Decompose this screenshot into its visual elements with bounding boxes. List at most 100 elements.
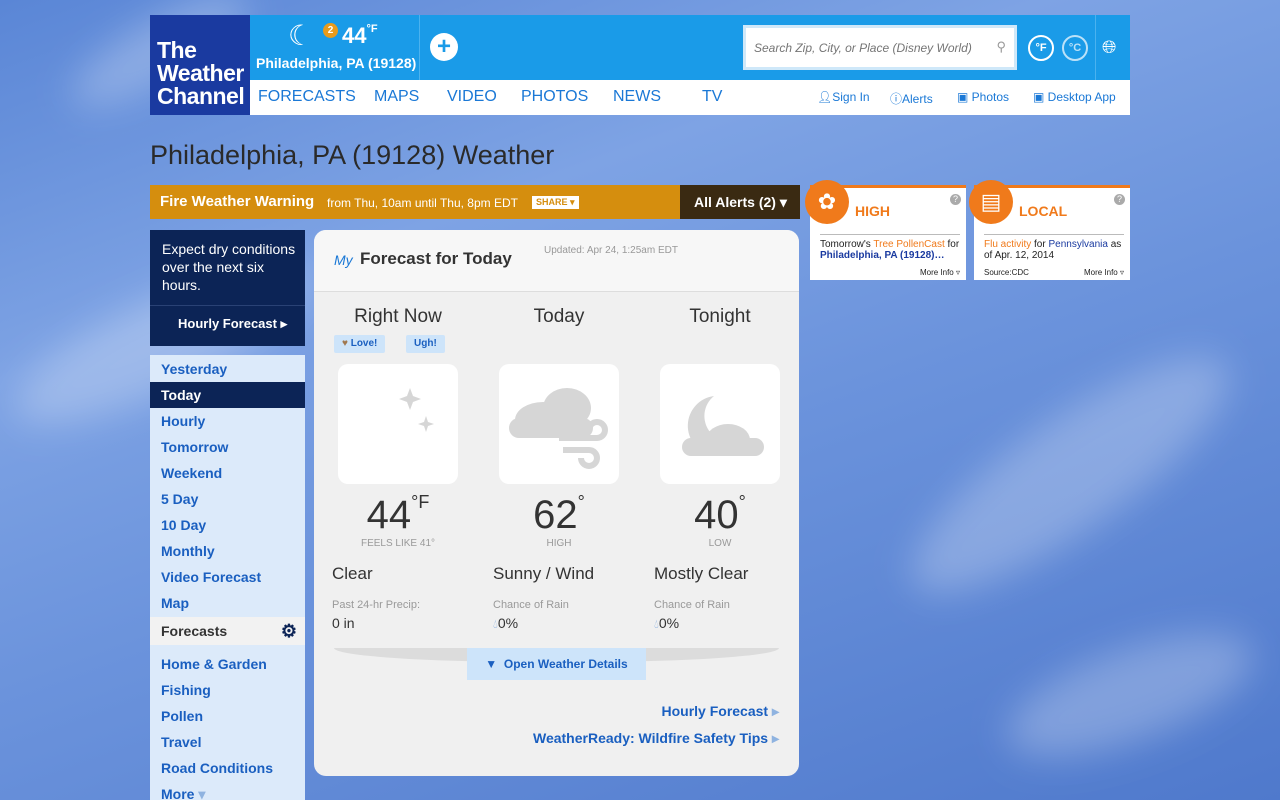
sign-in-link[interactable]: 👤︎Sign In bbox=[817, 90, 870, 104]
summary-text: Expect dry conditions over the next six … bbox=[162, 241, 296, 293]
fire-weather-alert[interactable]: Fire Weather Warning from Thu, 10am unti… bbox=[150, 185, 680, 219]
card-title: Forecast for Today bbox=[360, 249, 512, 268]
current-temp: 44°F bbox=[342, 23, 378, 48]
sidebar-item-road-conditions[interactable]: Road Conditions bbox=[150, 755, 305, 781]
condition-today: Sunny / Wind bbox=[493, 564, 595, 583]
search-icon[interactable]: ⚲ bbox=[996, 39, 1006, 55]
sidebar-item-monthly[interactable]: Monthly bbox=[150, 538, 305, 564]
open-weather-details-button[interactable]: ▼ Open Weather Details bbox=[467, 648, 646, 680]
ad-text: Flu activity for Pennsylvania as of Apr.… bbox=[984, 234, 1124, 261]
sidebar-item-weekend[interactable]: Weekend bbox=[150, 460, 305, 486]
help-icon[interactable]: ? bbox=[1114, 194, 1125, 205]
card-header: My Forecast for Today Updated: Apr 24, 1… bbox=[314, 230, 799, 292]
sidebar-item-video-forecast[interactable]: Video Forecast bbox=[150, 564, 305, 590]
forecast-summary: Expect dry conditions over the next six … bbox=[150, 230, 305, 346]
chevron-down-icon: ▾ bbox=[198, 786, 206, 800]
sidebar-nav: Yesterday Today Hourly Tomorrow Weekend … bbox=[150, 355, 305, 800]
sidebar-item-tomorrow[interactable]: Tomorrow bbox=[150, 434, 305, 460]
sidebar-item-today[interactable]: Today bbox=[150, 382, 305, 408]
user-icon: 👤︎ bbox=[817, 90, 833, 104]
site-header: The Weather Channel ☾ 2 44°F Philadelphi… bbox=[150, 15, 1130, 115]
search-box: ⚲ bbox=[743, 25, 1017, 70]
col-head-today: Today bbox=[533, 306, 585, 327]
pollen-ad[interactable]: ✿ HIGH ? Tomorrow's Tree PollenCast for … bbox=[805, 180, 966, 280]
nav-news[interactable]: NEWS bbox=[613, 88, 661, 106]
sidebar-item-hourly[interactable]: Hourly bbox=[150, 408, 305, 434]
nav-photos[interactable]: PHOTOS bbox=[521, 88, 588, 106]
globe-icon[interactable]: 🌐︎ bbox=[1102, 37, 1116, 58]
low-label: LOW bbox=[708, 538, 732, 549]
chevron-down-icon: ▼ bbox=[485, 657, 498, 671]
ugh-button[interactable]: Ugh! bbox=[406, 335, 445, 353]
sidebar-item-fishing[interactable]: Fishing bbox=[150, 677, 305, 703]
sidebar-item-10-day[interactable]: 10 Day bbox=[150, 512, 305, 538]
col-head-tonight: Tonight bbox=[689, 306, 751, 327]
sidebar-item-home-garden[interactable]: Home & Garden bbox=[150, 651, 305, 677]
divider bbox=[1095, 15, 1096, 80]
photos-link[interactable]: ▣ Photos bbox=[957, 90, 1009, 104]
current-conditions[interactable]: ☾ 2 44°F Philadelphia, PA (19128) bbox=[250, 15, 420, 80]
nav-maps[interactable]: MAPS bbox=[374, 88, 419, 106]
ad-source: Source:CDC bbox=[984, 268, 1029, 277]
ad-heading: HIGH bbox=[855, 203, 890, 219]
alert-title: Fire Weather Warning bbox=[160, 193, 315, 210]
tissue-box-icon: ▤ bbox=[969, 180, 1013, 224]
rain-chance-value: 💧︎0% bbox=[654, 615, 680, 631]
moon-cloud-icon bbox=[660, 364, 780, 484]
chevron-right-icon: ▸ bbox=[771, 703, 779, 719]
fahrenheit-button[interactable]: °F bbox=[1028, 35, 1054, 61]
updated-timestamp: Updated: Apr 24, 1:25am EDT bbox=[544, 245, 678, 256]
all-alerts-button[interactable]: All Alerts (2) ▾ bbox=[680, 185, 800, 219]
temp-today: 62° bbox=[533, 492, 585, 537]
ad-heading: LOCAL bbox=[1019, 203, 1068, 219]
alert-time: from Thu, 10am until Thu, 8pm EDT bbox=[327, 196, 518, 210]
moon-stars-icon bbox=[338, 364, 458, 484]
flu-ad[interactable]: ▤ LOCAL ? Flu activity for Pennsylvania … bbox=[969, 180, 1130, 280]
feels-like: FEELS LIKE 41° bbox=[360, 538, 436, 549]
precip-label: Past 24-hr Precip: bbox=[332, 599, 421, 611]
wildfire-safety-link[interactable]: WeatherReady: Wildfire Safety Tips ▸ bbox=[533, 730, 779, 747]
camera-icon: ▣ bbox=[957, 90, 972, 104]
high-label: HIGH bbox=[546, 538, 572, 549]
logo-line: Weather bbox=[157, 60, 244, 86]
desktop-app-link[interactable]: ▣ Desktop App bbox=[1033, 90, 1116, 104]
chevron-right-icon: ▸ bbox=[771, 730, 779, 746]
love-button[interactable]: ♥ Love! bbox=[334, 335, 386, 353]
info-icon: ⓘ bbox=[890, 92, 903, 106]
rain-chance-label: Chance of Rain bbox=[493, 599, 569, 611]
sidebar-item-travel[interactable]: Travel bbox=[150, 729, 305, 755]
search-input[interactable] bbox=[746, 28, 976, 67]
nav-forecasts[interactable]: FORECASTS bbox=[258, 88, 356, 106]
temp-tonight: 40° bbox=[694, 492, 746, 537]
hourly-forecast-link[interactable]: Hourly Forecast ▸ bbox=[661, 703, 779, 720]
logo-line: Channel bbox=[157, 83, 245, 109]
weather-channel-logo[interactable]: The Weather Channel bbox=[150, 15, 250, 115]
precip-value: 0 in bbox=[332, 615, 355, 631]
sidebar-item-yesterday[interactable]: Yesterday bbox=[150, 356, 305, 382]
cloud-wind-icon bbox=[499, 364, 619, 484]
forecasts-section-header: Forecasts ⚙ bbox=[150, 617, 305, 645]
add-location-icon[interactable]: + bbox=[430, 33, 458, 61]
forecast-card: My Forecast for Today Updated: Apr 24, 1… bbox=[314, 230, 799, 776]
alert-count-badge[interactable]: 2 bbox=[323, 23, 338, 38]
sidebar-item-pollen[interactable]: Pollen bbox=[150, 703, 305, 729]
alerts-link[interactable]: ⓘAlerts bbox=[890, 90, 933, 107]
nav-video[interactable]: VIDEO bbox=[447, 88, 497, 106]
share-button[interactable]: SHARE ▾ bbox=[532, 196, 579, 209]
logo-line: The bbox=[157, 37, 197, 63]
sidebar-item-5-day[interactable]: 5 Day bbox=[150, 486, 305, 512]
sidebar-item-more[interactable]: More ▾ bbox=[150, 781, 305, 800]
hourly-forecast-link[interactable]: Hourly Forecast ▸ bbox=[150, 305, 305, 332]
current-location[interactable]: Philadelphia, PA (19128) bbox=[256, 55, 416, 71]
header-bar: ☾ 2 44°F Philadelphia, PA (19128) + ⚲ °F… bbox=[250, 15, 1130, 80]
nav-tv[interactable]: TV bbox=[702, 88, 722, 106]
more-info-link[interactable]: More Info ▿ bbox=[1084, 268, 1124, 277]
sidebar-item-map[interactable]: Map bbox=[150, 590, 305, 616]
celsius-button[interactable]: °C bbox=[1062, 35, 1088, 61]
more-info-link[interactable]: More Info ▿ bbox=[920, 268, 960, 277]
rain-chance-value: 💧︎0% bbox=[493, 615, 519, 631]
gear-icon[interactable]: ⚙ bbox=[281, 617, 297, 645]
ad-text: Tomorrow's Tree PollenCast for Philadelp… bbox=[820, 234, 960, 261]
main-nav: FORECASTS MAPS VIDEO PHOTOS NEWS TV 👤︎Si… bbox=[250, 80, 1130, 115]
help-icon[interactable]: ? bbox=[950, 194, 961, 205]
